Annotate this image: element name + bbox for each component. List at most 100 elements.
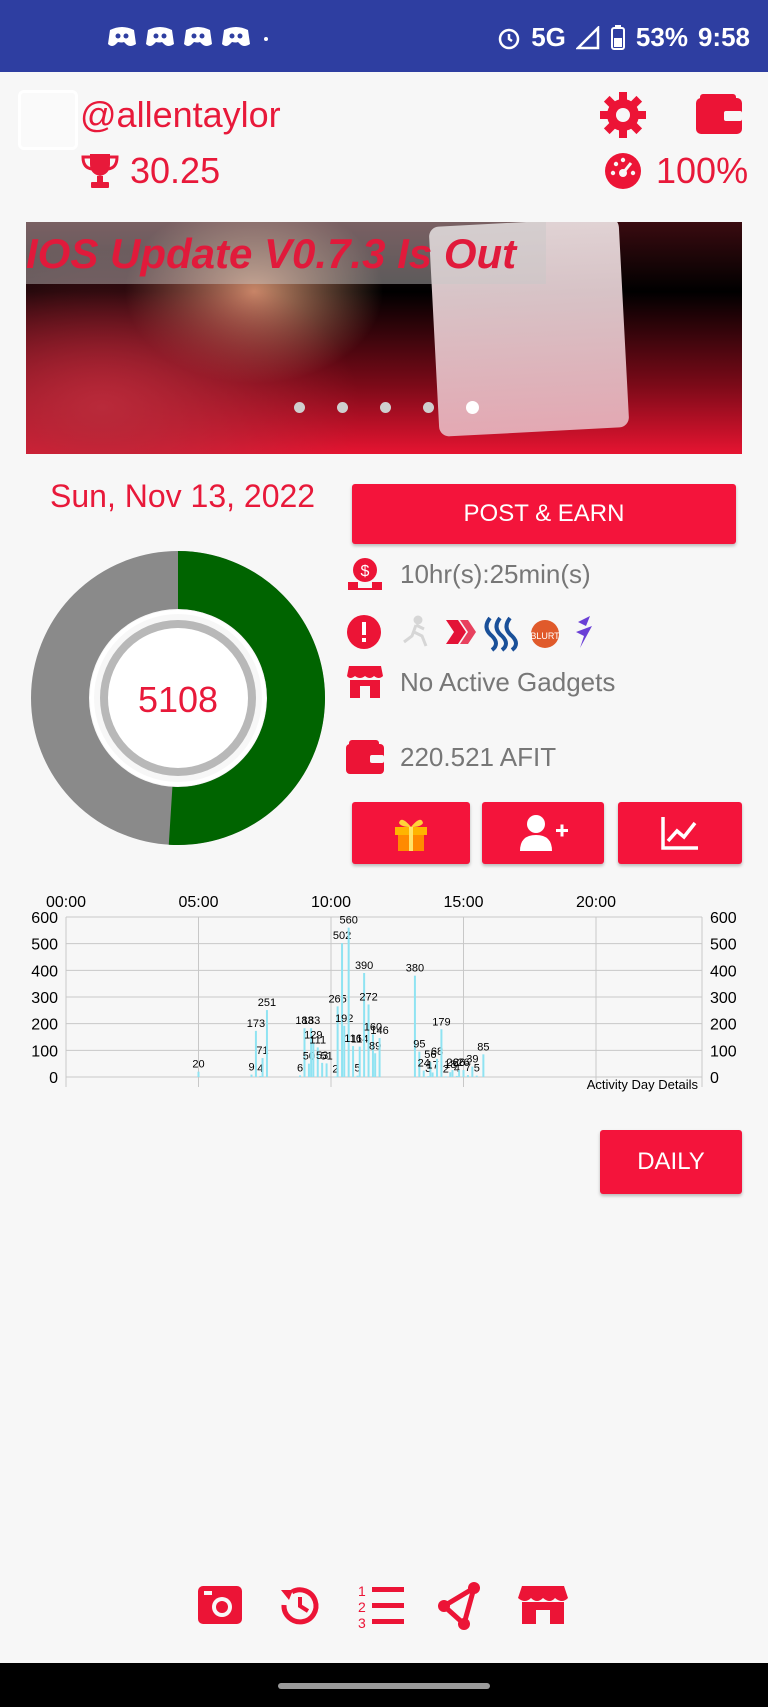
pager-dot[interactable] bbox=[337, 402, 348, 413]
bar bbox=[299, 1075, 302, 1077]
energy-percent: 100% bbox=[656, 150, 749, 191]
add-friend-button[interactable] bbox=[482, 802, 604, 864]
svg-text:1: 1 bbox=[358, 1583, 366, 1599]
bar bbox=[444, 1076, 447, 1078]
bar bbox=[475, 1075, 478, 1077]
chart-line-icon bbox=[661, 817, 698, 850]
banner-pager[interactable] bbox=[294, 401, 479, 414]
svg-text:BLURT: BLURT bbox=[530, 631, 560, 641]
bar bbox=[321, 1062, 324, 1077]
home-gesture-handle[interactable] bbox=[278, 1683, 490, 1689]
add-user-icon bbox=[520, 815, 568, 851]
pager-dot[interactable] bbox=[294, 402, 305, 413]
y-tick-label-right: 300 bbox=[710, 990, 737, 1007]
post-earn-button[interactable]: POST & EARN bbox=[352, 484, 736, 544]
activity-date: Sun, Nov 13, 2022 bbox=[50, 478, 316, 514]
stats-button[interactable] bbox=[618, 802, 742, 864]
bar-label: 114 bbox=[351, 1034, 369, 1046]
bar-label: 251 bbox=[258, 997, 276, 1009]
bar bbox=[431, 1072, 434, 1077]
bottom-nav: 1 2 3 bbox=[0, 1580, 768, 1631]
y-tick-label-right: 400 bbox=[710, 963, 737, 980]
bar bbox=[312, 1042, 315, 1077]
network-label: 5G bbox=[531, 22, 566, 52]
bar bbox=[356, 1075, 359, 1077]
shop-icon[interactable] bbox=[518, 1586, 568, 1624]
discord-icons bbox=[108, 27, 268, 46]
camera-icon[interactable] bbox=[198, 1586, 242, 1624]
bar bbox=[374, 1053, 377, 1077]
daily-button[interactable]: DAILY bbox=[600, 1130, 742, 1194]
banner-title: IOS Update V0.7.3 Is Out bbox=[26, 230, 517, 277]
bar bbox=[449, 1072, 452, 1077]
clock: 9:58 bbox=[697, 22, 750, 52]
money-timer-icon: $ bbox=[348, 558, 382, 590]
bottom-nav-icons: 1 2 3 bbox=[198, 1582, 568, 1631]
time-row: $ 10hr(s):25min(s) bbox=[346, 556, 591, 592]
balance: 220.521 AFIT bbox=[400, 741, 557, 772]
y-tick-label-right: 500 bbox=[710, 937, 737, 954]
bar bbox=[341, 943, 344, 1077]
activity-chart: 20 91734712516183501831291115351226550219… bbox=[31, 894, 737, 1092]
bar-label: 265 bbox=[328, 993, 346, 1005]
y-tick-label: 200 bbox=[31, 1017, 58, 1034]
alert-icon[interactable] bbox=[346, 614, 382, 650]
x-tick-label: 05:00 bbox=[178, 894, 218, 911]
bar bbox=[378, 1038, 381, 1077]
share-icon[interactable] bbox=[438, 1582, 480, 1630]
bar-label: 272 bbox=[359, 991, 377, 1003]
bar-label: 192 bbox=[335, 1013, 353, 1025]
pager-dot-active[interactable] bbox=[466, 401, 479, 414]
x-tick-label: 10:00 bbox=[311, 894, 351, 911]
bar bbox=[261, 1058, 264, 1077]
bar bbox=[197, 1071, 200, 1077]
bar bbox=[482, 1054, 485, 1077]
svg-text:$: $ bbox=[361, 563, 370, 580]
blurt-icon: BLURT bbox=[530, 620, 560, 648]
bar bbox=[259, 1075, 262, 1077]
bar bbox=[265, 1010, 268, 1077]
x-tick-label: 20:00 bbox=[576, 894, 616, 911]
wallet-button[interactable] bbox=[696, 94, 742, 139]
bar bbox=[347, 927, 350, 1077]
bar-label: 183 bbox=[302, 1015, 320, 1027]
svg-text:2: 2 bbox=[358, 1599, 366, 1615]
trophy-icon bbox=[81, 154, 119, 188]
username: @allentaylor bbox=[80, 94, 281, 135]
y-tick-label: 0 bbox=[49, 1070, 58, 1087]
history-icon[interactable] bbox=[281, 1587, 319, 1625]
notification-icons bbox=[108, 22, 268, 59]
chart-legend: Activity Day Details bbox=[587, 1077, 699, 1092]
bar bbox=[325, 1063, 328, 1077]
gift-button[interactable] bbox=[352, 802, 470, 864]
wallet-icon bbox=[696, 94, 742, 134]
pager-dot[interactable] bbox=[423, 402, 434, 413]
sports-icon bbox=[576, 616, 592, 648]
bar bbox=[250, 1074, 253, 1077]
battery-label: 53% bbox=[635, 22, 688, 52]
bar-label: 5 bbox=[474, 1063, 480, 1075]
gear-icon bbox=[600, 92, 646, 138]
hive-icon bbox=[446, 620, 476, 644]
bar-label: 173 bbox=[247, 1018, 265, 1030]
steps-donut: 5108 bbox=[31, 551, 325, 845]
runner-icon bbox=[403, 615, 428, 647]
avatar[interactable] bbox=[18, 90, 78, 150]
bar-label: 85 bbox=[477, 1041, 489, 1053]
pager-dot[interactable] bbox=[380, 402, 391, 413]
bar-label: 9 bbox=[248, 1062, 254, 1074]
promo-banner[interactable]: IOS Update V0.7.3 Is Out bbox=[26, 222, 742, 454]
settings-button[interactable] bbox=[598, 90, 648, 145]
store-icon bbox=[347, 666, 383, 698]
bar bbox=[307, 1063, 310, 1077]
y-tick-label: 300 bbox=[31, 990, 58, 1007]
bar-label: 146 bbox=[370, 1025, 388, 1037]
bar-label: 380 bbox=[406, 963, 424, 975]
tokens-row: BLURT bbox=[346, 612, 608, 652]
ranking-list-icon[interactable]: 1 2 3 bbox=[358, 1583, 404, 1631]
energy-status: 100% bbox=[604, 150, 748, 192]
gadgets-row: No Active Gadgets bbox=[346, 664, 615, 700]
x-tick-label: 00:00 bbox=[46, 894, 86, 911]
y-tick-label-right: 100 bbox=[710, 1043, 737, 1060]
bar-label: 51 bbox=[320, 1050, 332, 1062]
